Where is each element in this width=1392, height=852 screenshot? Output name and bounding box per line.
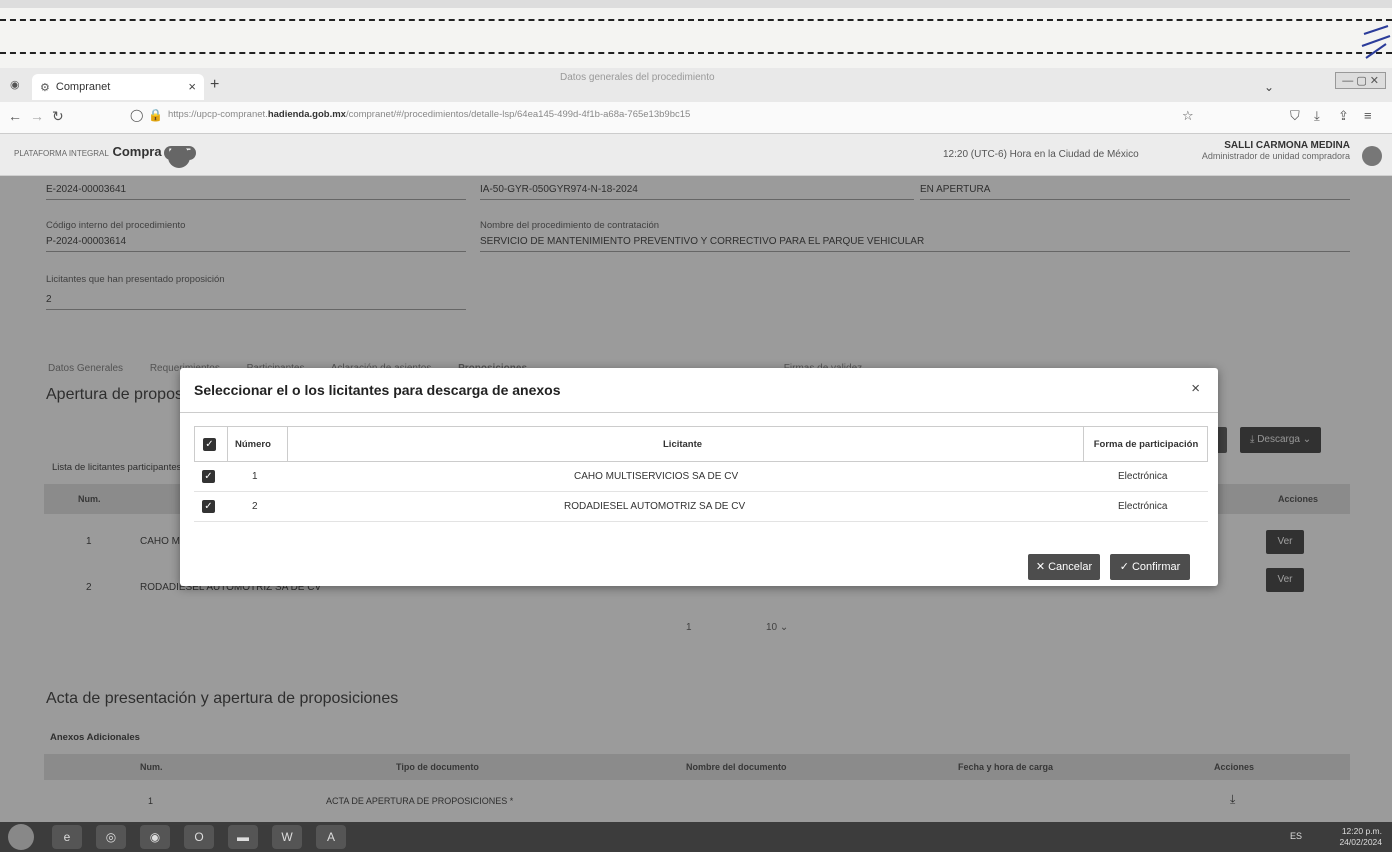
share-icon[interactable]: ⇪ bbox=[1338, 108, 1349, 124]
home-icon[interactable] bbox=[168, 146, 190, 168]
chrome-icon[interactable]: ◎ bbox=[96, 825, 126, 849]
list-item[interactable]: ✓ 1 CAHO MULTISERVICIOS SA DE CV Electró… bbox=[194, 462, 1208, 492]
scan-dashed-line-2 bbox=[0, 52, 1392, 54]
pdf-icon[interactable]: A bbox=[316, 825, 346, 849]
row-checkbox[interactable]: ✓ bbox=[202, 492, 215, 521]
select-all-checkbox[interactable]: ✓ bbox=[203, 427, 216, 461]
ghost-tab-text: Datos generales del procedimiento bbox=[560, 72, 715, 83]
url-bar[interactable]: https://upcp-compranet.hadienda.gob.mx/c… bbox=[168, 109, 1188, 127]
col-bidder: Licitante bbox=[663, 438, 703, 450]
col-number: Número bbox=[235, 438, 271, 450]
forward-arrow-icon[interactable]: → bbox=[30, 108, 44, 124]
tabs-dropdown-icon[interactable]: ⌄ bbox=[1264, 80, 1274, 94]
check-icon: ✓ bbox=[202, 500, 215, 513]
ie-icon[interactable]: e bbox=[52, 825, 82, 849]
row-bidder: CAHO MULTISERVICIOS SA DE CV bbox=[574, 471, 739, 482]
browser-tab-bar: ◉ ⚙ Compranet × + Datos generales del pr… bbox=[0, 68, 1392, 102]
lock-icon[interactable]: 🔒 bbox=[148, 108, 163, 122]
col-participation: Forma de participación bbox=[1093, 438, 1199, 450]
list-item[interactable]: ✓ 2 RODADIESEL AUTOMOTRIZ SA DE CV Elect… bbox=[194, 492, 1208, 522]
logo-text: Compra bbox=[112, 144, 162, 159]
clock-date: 24/02/2024 bbox=[1339, 837, 1382, 847]
outlook-icon[interactable]: O bbox=[184, 825, 214, 849]
app-header: PLATAFORMA INTEGRAL CompraNET 12:20 (UTC… bbox=[0, 134, 1392, 176]
select-bidders-modal: Seleccionar el o los licitantes para des… bbox=[180, 368, 1218, 586]
bidders-select-table-header: ✓ Número Licitante Forma de participació… bbox=[194, 426, 1208, 462]
folder-icon[interactable]: ▬ bbox=[228, 825, 258, 849]
language-indicator[interactable]: ES bbox=[1290, 831, 1302, 841]
start-button[interactable] bbox=[8, 824, 34, 850]
user-role: Administrador de unidad compradora bbox=[1201, 151, 1350, 161]
user-name: SALLI CARMONA MEDINA bbox=[1224, 140, 1350, 151]
row-participation: Electrónica bbox=[1118, 501, 1168, 512]
scan-dashed-line-1 bbox=[0, 19, 1392, 21]
user-avatar-icon[interactable] bbox=[1362, 146, 1382, 166]
row-number: 1 bbox=[252, 471, 258, 482]
tab-title: Compranet bbox=[55, 81, 111, 93]
modal-divider bbox=[180, 412, 1218, 413]
url-domain: hadienda.gob.mx bbox=[267, 109, 346, 120]
browser-tab-compranet[interactable]: ⚙ Compranet × bbox=[32, 74, 204, 100]
system-clock[interactable]: 12:20 p.m. 24/02/2024 bbox=[1339, 826, 1382, 848]
user-info[interactable]: SALLI CARMONA MEDINA Administrador de un… bbox=[1202, 140, 1350, 161]
cancel-button[interactable]: ✕ Cancelar bbox=[1028, 554, 1100, 580]
download-icon[interactable]: ⤓ bbox=[1314, 108, 1320, 124]
check-icon: ✓ bbox=[203, 437, 216, 451]
check-icon: ✓ bbox=[202, 470, 215, 483]
shield-icon[interactable]: ◯ bbox=[130, 108, 143, 122]
new-tab-button[interactable]: + bbox=[210, 76, 219, 94]
confirm-button[interactable]: ✓ Confirmar bbox=[1110, 554, 1190, 580]
clock-time: 12:20 p.m. bbox=[1341, 826, 1382, 836]
reload-icon[interactable]: ↻ bbox=[52, 108, 64, 125]
col-divider bbox=[1083, 427, 1084, 461]
tab-close-icon[interactable]: × bbox=[188, 79, 196, 94]
pen-mark-top bbox=[1361, 25, 1391, 59]
windows-taskbar: e ◎ ◉ O ▬ W A ES 12:20 p.m. 24/02/2024 bbox=[0, 822, 1392, 852]
url-path: /compranet/#/procedimientos/detalle-lsp/… bbox=[345, 109, 691, 120]
row-bidder: RODADIESEL AUTOMOTRIZ SA DE CV bbox=[564, 501, 746, 512]
bidders-select-table: ✓ Número Licitante Forma de participació… bbox=[194, 426, 1208, 522]
server-time: 12:20 (UTC-6) Hora en la Ciudad de Méxic… bbox=[943, 149, 1139, 160]
scan-top-edge bbox=[0, 0, 1392, 8]
close-icon[interactable]: × bbox=[1191, 380, 1200, 397]
browser-nav-bar: ← → ↻ ◯ 🔒 https://upcp-compranet.hadiend… bbox=[0, 102, 1392, 134]
col-divider bbox=[287, 427, 288, 461]
back-arrow-icon[interactable]: ← bbox=[8, 108, 22, 124]
tab-list-icon[interactable]: ◉ bbox=[10, 78, 20, 91]
firefox-icon[interactable]: ◉ bbox=[140, 825, 170, 849]
row-number: 2 bbox=[252, 501, 258, 512]
url-prefix: https://upcp-compranet. bbox=[168, 109, 268, 120]
window-controls[interactable]: — ▢ ✕ bbox=[1335, 72, 1386, 89]
menu-icon[interactable]: ≡ bbox=[1364, 108, 1372, 123]
bookmark-star-icon[interactable]: ☆ bbox=[1182, 108, 1194, 124]
logo-subtitle: PLATAFORMA INTEGRAL bbox=[14, 149, 109, 158]
col-divider bbox=[227, 427, 228, 461]
modal-title: Seleccionar el o los licitantes para des… bbox=[194, 382, 561, 398]
row-checkbox[interactable]: ✓ bbox=[202, 462, 215, 491]
word-icon[interactable]: W bbox=[272, 825, 302, 849]
gear-icon: ⚙ bbox=[40, 81, 50, 94]
pocket-icon[interactable]: ⛉ bbox=[1290, 108, 1300, 124]
row-participation: Electrónica bbox=[1118, 471, 1168, 482]
